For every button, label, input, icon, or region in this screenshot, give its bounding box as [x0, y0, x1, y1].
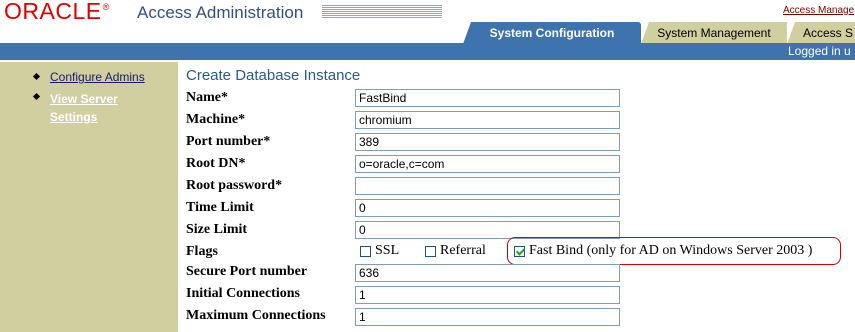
bullet-icon: [32, 92, 41, 101]
fast-bind-label: Fast Bind (only for AD on Windows Server…: [529, 243, 813, 258]
port-number-label: Port number*: [186, 134, 271, 149]
header: ORACLE® Access Administration Access Man…: [0, 0, 855, 24]
root-dn-label: Root DN*: [186, 156, 246, 171]
secure-port-field[interactable]: 636: [355, 264, 620, 282]
time-limit-label: Time Limit: [186, 200, 254, 215]
name-field[interactable]: FastBind: [355, 89, 620, 107]
sidebar-item-label: Configure Admins: [50, 70, 145, 84]
app-title: Access Administration: [137, 3, 304, 22]
bullet-icon: [32, 72, 41, 81]
sidebar-item-label: View Server Settings: [50, 92, 118, 124]
logged-in-status: Logged in u: [788, 44, 851, 58]
initial-connections-field[interactable]: 1: [355, 286, 620, 304]
machine-field[interactable]: chromium: [355, 111, 620, 129]
maximum-connections-label: Maximum Connections: [186, 308, 326, 323]
flags-label: Flags: [186, 244, 218, 259]
title-decoration: [322, 5, 442, 19]
referral-label: Referral: [440, 243, 486, 258]
port-number-field[interactable]: 389: [355, 133, 620, 151]
tab-system-configuration[interactable]: System Configuration: [463, 22, 641, 44]
root-password-label: Root password*: [186, 178, 283, 193]
name-label: Name*: [186, 90, 228, 105]
tab-system-management[interactable]: System Management: [641, 22, 787, 44]
secure-port-label: Secure Port number: [186, 264, 308, 279]
time-limit-field[interactable]: 0: [355, 199, 620, 217]
initial-connections-label: Initial Connections: [186, 286, 300, 301]
page-title: Create Database Instance: [186, 67, 361, 84]
status-bar: [0, 43, 855, 60]
root-dn-field[interactable]: o=oracle,c=com: [355, 155, 620, 173]
root-password-field[interactable]: [355, 177, 620, 195]
tab-bar: System Configuration System Management A…: [0, 22, 855, 44]
tab-access-system[interactable]: Access S: [787, 22, 855, 44]
fast-bind-checkbox[interactable]: [514, 246, 525, 257]
ssl-checkbox[interactable]: [360, 246, 371, 257]
maximum-connections-field[interactable]: 1: [355, 308, 620, 326]
machine-label: Machine*: [186, 112, 246, 127]
size-limit-label: Size Limit: [186, 222, 248, 237]
access-manager-link[interactable]: Access Manage: [783, 5, 854, 16]
referral-checkbox[interactable]: [425, 246, 436, 257]
ssl-label: SSL: [375, 243, 400, 258]
sidebar: Configure Admins View Server Settings: [0, 62, 178, 332]
